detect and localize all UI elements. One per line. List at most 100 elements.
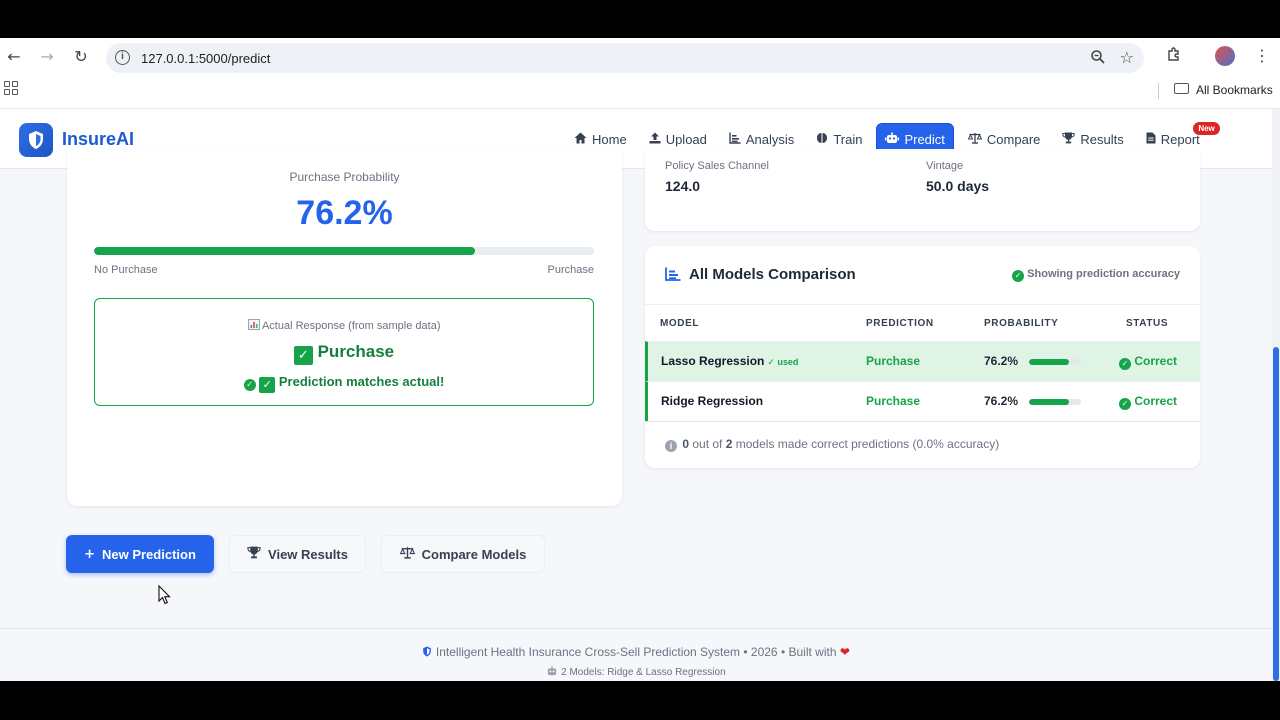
probability-value: 76.2% <box>984 394 1019 408</box>
chart-icon <box>729 132 741 147</box>
check-circle-icon: ✓ <box>1119 358 1131 370</box>
view-results-button[interactable]: View Results <box>229 535 366 573</box>
check-circle-icon: ✓ <box>1012 270 1025 282</box>
probability-label: Purchase Probability <box>289 170 400 184</box>
browser-chrome: ← → ↻ i 127.0.0.1:5000/predict ☆ ⋮ All B… <box>0 38 1280 109</box>
plus-icon: + <box>84 546 95 562</box>
probability-value: 76.2% <box>984 354 1019 368</box>
probability-mini-bar <box>1029 359 1081 365</box>
prediction-result-card: Purchase Probability 76.2% No Purchase P… <box>67 149 622 506</box>
nav-report-label: Report <box>1160 131 1200 147</box>
new-prediction-button[interactable]: + New Prediction <box>66 535 214 573</box>
browser-menu-icon[interactable]: ⋮ <box>1254 46 1270 66</box>
status-badge: ✓ Correct <box>1119 394 1177 410</box>
zoom-icon[interactable] <box>1090 49 1106 68</box>
used-tag: ✓ used <box>767 357 799 367</box>
nav-upload-label: Upload <box>665 131 707 147</box>
column-header-prediction: PREDICTION <box>866 318 934 329</box>
prediction-value: Purchase <box>866 394 921 408</box>
address-bar[interactable]: i 127.0.0.1:5000/predict ☆ <box>106 43 1144 73</box>
footer-line-1-text: Intelligent Health Insurance Cross-Sell … <box>435 645 837 659</box>
scale-icon <box>967 132 983 147</box>
logo[interactable] <box>19 123 53 157</box>
policy-sales-channel-label: Policy Sales Channel <box>665 160 769 172</box>
probability-mini-bar-fill <box>1029 359 1069 365</box>
summary-text: i 0 out of 2 models made correct predict… <box>665 437 999 452</box>
url-text[interactable]: 127.0.0.1:5000/predict <box>141 51 270 66</box>
trophy-icon <box>247 546 261 563</box>
check-box-icon: ✓ <box>259 377 276 393</box>
nav-predict-label: Predict <box>904 131 945 147</box>
model-name: Ridge Regression <box>661 394 763 408</box>
model-name-text: Ridge Regression <box>661 394 764 408</box>
comparison-note: ✓ Showing prediction accuracy <box>1012 268 1180 282</box>
table-row: Lasso Regression ✓ used Purchase 76.2% ✓ … <box>645 341 1200 381</box>
brand-name[interactable]: InsureAI <box>62 129 134 150</box>
probability-bar <box>94 247 594 255</box>
prediction-value: Purchase <box>866 354 921 368</box>
check-circle-icon: ✓ <box>1119 398 1131 410</box>
comparison-summary: i 0 out of 2 models made correct predict… <box>645 421 1200 468</box>
nav-home-label: Home <box>592 131 627 147</box>
shield-icon <box>422 645 436 659</box>
bar-right-label: Purchase <box>547 264 594 276</box>
status-text: Correct <box>1134 394 1178 408</box>
browser-window: ← → ↻ i 127.0.0.1:5000/predict ☆ ⋮ All B… <box>0 38 1280 681</box>
comparison-note-text: Showing prediction accuracy <box>1027 268 1180 280</box>
status-text: Correct <box>1134 354 1178 368</box>
actual-response-value: ✓ Purchase <box>95 342 593 365</box>
compare-models-button[interactable]: Compare Models <box>381 535 545 573</box>
home-icon <box>574 132 587 147</box>
check-circle-icon: ✓ <box>243 379 256 391</box>
probability-mini-bar-fill <box>1029 399 1069 405</box>
apps-grid-icon[interactable] <box>4 81 18 95</box>
scrollbar-thumb[interactable] <box>1273 347 1279 681</box>
new-badge: New <box>1193 122 1220 135</box>
extensions-icon[interactable] <box>1166 46 1182 67</box>
back-icon[interactable]: ← <box>3 46 25 68</box>
upload-icon <box>649 132 661 147</box>
vintage-value: 50.0 days <box>926 178 990 194</box>
site-info-icon[interactable]: i <box>115 50 130 65</box>
reload-icon[interactable]: ↻ <box>70 46 92 68</box>
input-summary-card: Policy Sales Channel 124.0 Vintage 50.0 … <box>645 149 1200 231</box>
footer-line-1: Intelligent Health Insurance Cross-Sell … <box>0 645 1272 659</box>
brain-icon <box>816 132 828 147</box>
probability-value: 76.2% <box>296 194 393 232</box>
mouse-cursor-icon <box>158 585 171 605</box>
info-icon: i <box>665 440 677 452</box>
comparison-title: All Models Comparison <box>689 266 856 283</box>
status-badge: ✓ Correct <box>1119 354 1177 370</box>
compare-models-label: Compare Models <box>421 546 527 562</box>
page-footer: Intelligent Health Insurance Cross-Sell … <box>0 628 1272 681</box>
robot-icon <box>546 666 561 678</box>
summary-rest: models made correct predictions (0.0% ac… <box>732 437 1000 451</box>
forward-icon[interactable]: → <box>36 46 58 68</box>
model-name: Lasso Regression ✓ used <box>661 354 798 368</box>
bookmark-star-icon[interactable]: ☆ <box>1120 48 1134 68</box>
bar-chart-icon <box>665 267 681 281</box>
all-bookmarks-link[interactable]: All Bookmarks <box>1196 83 1273 97</box>
nav-results-label: Results <box>1080 131 1124 147</box>
nav-compare-label: Compare <box>986 131 1041 147</box>
model-name-text: Lasso Regression <box>661 354 765 368</box>
table-row: Ridge Regression Purchase 76.2% ✓ Correc… <box>645 381 1200 421</box>
match-text: Prediction matches actual! <box>278 374 445 389</box>
actual-response-label: Actual Response (from sample data) <box>95 319 593 332</box>
vintage-label: Vintage <box>926 160 964 172</box>
probability-bar-fill <box>94 247 475 255</box>
models-comparison-card: All Models Comparison ✓ Showing predicti… <box>645 246 1200 468</box>
shield-icon <box>29 131 43 149</box>
nav-train-label: Train <box>833 131 863 147</box>
check-box-icon: ✓ <box>293 346 313 365</box>
profile-avatar[interactable] <box>1215 46 1235 66</box>
bar-chart-icon <box>247 319 260 332</box>
column-header-probability: PROBABILITY <box>984 318 1059 329</box>
match-message: ✓ ✓ Prediction matches actual! <box>95 374 593 393</box>
document-icon <box>1146 132 1156 147</box>
heart-icon: ❤ <box>839 645 850 659</box>
bookmarks-divider <box>1158 83 1159 99</box>
new-prediction-label: New Prediction <box>101 546 196 562</box>
summary-mid: out of <box>689 437 726 451</box>
page-scrollbar[interactable] <box>1272 109 1280 681</box>
